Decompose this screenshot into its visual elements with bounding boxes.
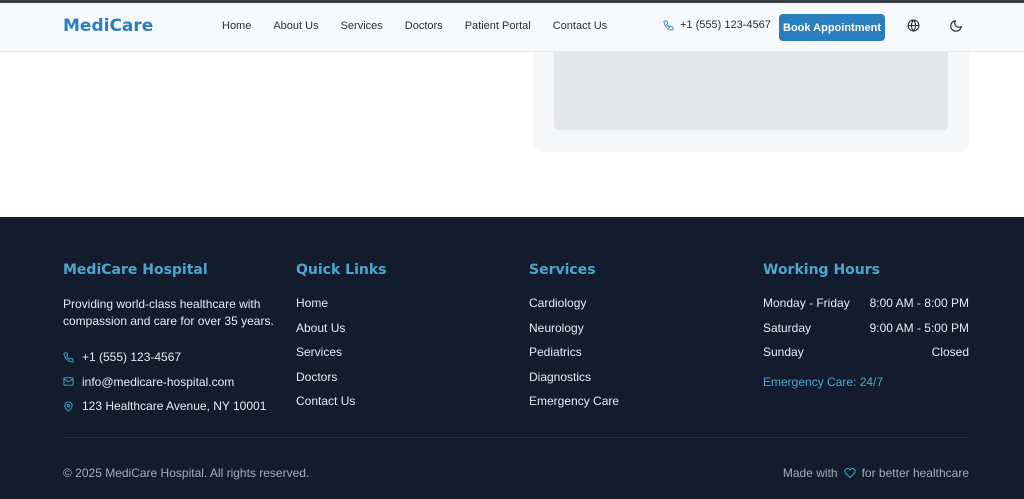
footer-working-hours: Working Hours Monday - Friday 8:00 AM - … — [763, 262, 969, 389]
hours-row: Monday - Friday 8:00 AM - 8:00 PM — [763, 296, 969, 321]
footer-phone-text: +1 (555) 123-4567 — [82, 350, 182, 365]
footer-email-text: info@medicare-hospital.com — [82, 374, 235, 389]
main-nav: Home About Us Services Doctors Patient P… — [222, 20, 629, 32]
mail-icon — [63, 377, 74, 386]
nav-services[interactable]: Services — [341, 20, 383, 32]
header-phone[interactable]: +1 (555) 123-4567 — [663, 19, 771, 31]
hours-row: Saturday 9:00 AM - 5:00 PM — [763, 321, 969, 346]
logo[interactable]: MediCare — [63, 16, 153, 36]
hours-time: 9:00 AM - 5:00 PM — [869, 320, 969, 335]
nav-contact-us[interactable]: Contact Us — [553, 20, 607, 32]
footer-about: MediCare Hospital Providing world-class … — [63, 262, 278, 419]
map-placeholder[interactable] — [554, 52, 948, 130]
footer-link-doctors[interactable]: Doctors — [296, 370, 496, 395]
heart-icon — [843, 467, 856, 478]
hours-day: Monday - Friday — [763, 296, 850, 310]
nav-about-us[interactable]: About Us — [273, 20, 318, 32]
footer-description: Providing world-class healthcare with co… — [63, 297, 274, 328]
footer-link-about-us[interactable]: About Us — [296, 321, 496, 346]
nav-patient-portal[interactable]: Patient Portal — [465, 20, 531, 32]
service-link-neurology[interactable]: Neurology — [529, 321, 729, 346]
emergency-care-note: Emergency Care: 24/7 — [763, 374, 884, 389]
phone-icon — [63, 352, 74, 363]
map-card — [533, 52, 969, 152]
hours-time: Closed — [931, 345, 969, 359]
hours-day: Saturday — [763, 320, 812, 335]
footer-phone[interactable]: +1 (555) 123-4567 — [63, 345, 278, 370]
site-header: MediCare Home About Us Services Doctors … — [0, 3, 1024, 52]
services-title: Services — [529, 262, 596, 278]
footer-email[interactable]: info@medicare-hospital.com — [63, 370, 278, 395]
made-with-suffix: for better healthcare — [861, 466, 969, 480]
globe-icon[interactable] — [907, 19, 921, 33]
footer-link-contact-us[interactable]: Contact Us — [296, 394, 496, 419]
service-link-diagnostics[interactable]: Diagnostics — [529, 370, 729, 395]
footer-about-title: MediCare Hospital — [63, 262, 208, 278]
service-link-pediatrics[interactable]: Pediatrics — [529, 345, 729, 370]
made-with-note: Made with for better healthcare — [783, 466, 969, 480]
footer-services: Services Cardiology Neurology Pediatrics… — [529, 262, 729, 419]
header-phone-text: +1 (555) 123-4567 — [680, 19, 771, 31]
service-link-cardiology[interactable]: Cardiology — [529, 296, 729, 321]
made-with-prefix: Made with — [782, 466, 838, 480]
map-pin-icon — [64, 401, 73, 412]
service-link-emergency-care[interactable]: Emergency Care — [529, 394, 729, 419]
hours-day: Sunday — [763, 345, 804, 359]
hours-time: 8:00 AM - 8:00 PM — [869, 296, 969, 310]
book-appointment-button[interactable]: Book Appointment — [779, 14, 885, 41]
moon-icon[interactable] — [949, 19, 963, 33]
phone-icon — [663, 19, 674, 30]
site-footer: MediCare Hospital Providing world-class … — [0, 217, 1024, 499]
nav-doctors[interactable]: Doctors — [405, 20, 443, 32]
quick-links-title: Quick Links — [296, 262, 387, 278]
hours-row: Sunday Closed — [763, 345, 969, 370]
copyright: © 2025 MediCare Hospital. All rights res… — [63, 466, 310, 480]
footer-link-services[interactable]: Services — [296, 345, 496, 370]
nav-home[interactable]: Home — [222, 20, 251, 32]
working-hours-title: Working Hours — [763, 262, 880, 278]
footer-quick-links: Quick Links Home About Us Services Docto… — [296, 262, 496, 419]
footer-divider — [63, 437, 969, 438]
footer-address: 123 Healthcare Avenue, NY 10001 — [63, 394, 278, 419]
footer-address-text: 123 Healthcare Avenue, NY 10001 — [82, 399, 267, 414]
footer-link-home[interactable]: Home — [296, 296, 496, 321]
